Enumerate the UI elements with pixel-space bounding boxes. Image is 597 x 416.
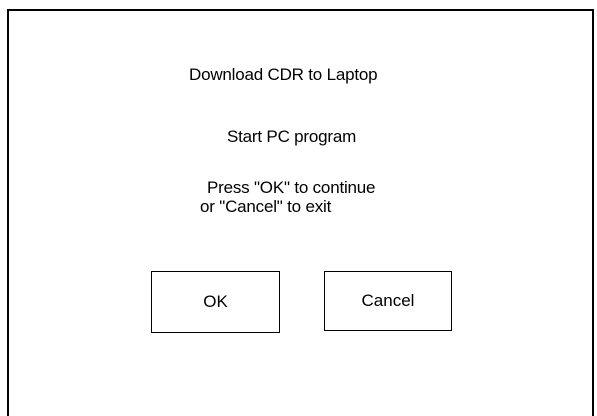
- cancel-button[interactable]: Cancel: [324, 271, 452, 331]
- ok-button[interactable]: OK: [151, 271, 280, 333]
- dialog-subtitle: Start PC program: [227, 127, 357, 146]
- instruction-line-2: or "Cancel" to exit: [200, 197, 332, 216]
- dialog-title: Download CDR to Laptop: [189, 65, 378, 84]
- instruction-line-1: Press "OK" to continue: [207, 178, 376, 197]
